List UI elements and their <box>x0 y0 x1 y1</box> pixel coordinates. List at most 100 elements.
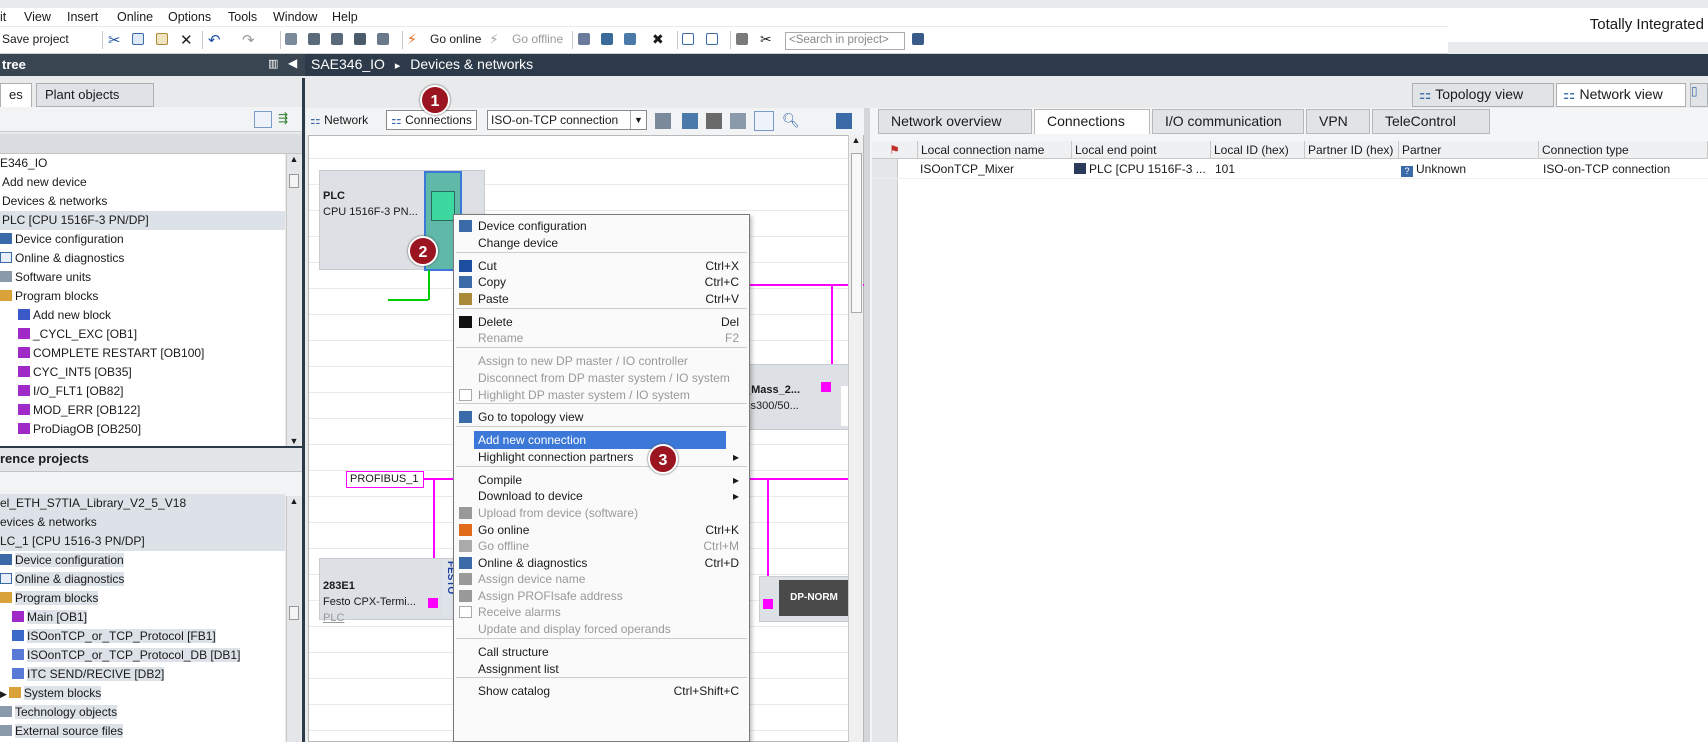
rename-icon[interactable] <box>655 113 671 129</box>
menu-item-assign-device-name[interactable]: Assign device name <box>454 570 749 588</box>
menu-item-go-to-topology-view[interactable]: Go to topology view <box>454 408 749 426</box>
menu-item-go-offline[interactable]: Go offline Ctrl+M <box>454 537 749 555</box>
header-local-connection-name[interactable]: Local connection name <box>918 141 1072 159</box>
ref-item-technology[interactable]: Technology objects <box>0 703 285 722</box>
delete-icon[interactable]: ✕ <box>180 31 198 49</box>
tree-item-ob100[interactable]: COMPLETE RESTART [OB100] <box>0 344 285 363</box>
go-online-button[interactable]: Go online <box>430 32 481 46</box>
menu-help[interactable]: Help <box>332 10 358 24</box>
menu-item-add-new-connection[interactable]: Add new connection <box>474 431 726 449</box>
split-horizontal-icon[interactable] <box>682 31 700 49</box>
menu-item-highlight-dp-master-system-io-system[interactable]: Highlight DP master system / IO system <box>454 386 749 404</box>
menu-item-download-to-device[interactable]: Download to device ▸ <box>454 487 749 505</box>
go-offline-icon[interactable]: ⚡ <box>489 31 507 49</box>
menu-item-assign-to-new-dp-master-io-controller[interactable]: Assign to new DP master / IO controller <box>454 352 749 370</box>
upload-icon[interactable] <box>331 31 349 49</box>
ref-item-external-src[interactable]: External source files <box>0 722 285 741</box>
ref-item-devices-networks[interactable]: evices & networks <box>0 513 285 532</box>
menu-item-device-configuration[interactable]: Device configuration <box>454 217 749 235</box>
tree-item-devices-networks[interactable]: Devices & networks <box>0 192 285 211</box>
menu-item-assignment-list[interactable]: Assignment list <box>454 660 749 678</box>
header-partner-id[interactable]: Partner ID (hex) <box>1305 141 1399 159</box>
compile-icon[interactable] <box>285 31 303 49</box>
connection-type-select[interactable]: ISO-on-TCP connection ▼ <box>487 110 647 130</box>
restore-icon[interactable]: ✂ <box>760 31 778 49</box>
tree-item-ob250[interactable]: ProDiagOB [OB250] <box>0 420 285 439</box>
mass-device[interactable] <box>743 364 851 430</box>
ref-item-library[interactable]: el_ETH_S7TIA_Library_V2_5_V18 <box>0 494 285 513</box>
tab-topology-view[interactable]: ⚏ Topology view <box>1412 83 1554 107</box>
tree-item-add-device[interactable]: Add new device <box>0 173 285 192</box>
tree-scrollbar[interactable]: ▲ ▼ <box>286 154 301 446</box>
tree-item-ob82[interactable]: I/O_FLT1 [OB82] <box>0 382 285 401</box>
tree-item-plc[interactable]: PLC [CPU 1516F-3 PN/DP] <box>0 211 285 230</box>
details-view-icon[interactable] <box>254 111 272 128</box>
tab-devices[interactable]: es <box>0 83 32 107</box>
menu-tools[interactable]: Tools <box>228 10 257 24</box>
copy-icon[interactable] <box>132 31 150 49</box>
paste-icon[interactable] <box>156 31 174 49</box>
split-vertical-icon[interactable] <box>706 31 724 49</box>
tab-plant-objects[interactable]: Plant objects <box>36 83 154 107</box>
tree-item-online-diag[interactable]: Online & diagnostics <box>0 249 285 268</box>
header-local-end-point[interactable]: Local end point <box>1072 141 1211 159</box>
menu-item-call-structure[interactable]: Call structure <box>454 643 749 661</box>
simulation-icon[interactable] <box>354 31 372 49</box>
save-project-button[interactable]: Save project <box>2 32 69 46</box>
menu-item-show-catalog[interactable]: Show catalog Ctrl+Shift+C <box>454 682 749 700</box>
ref-item-db2[interactable]: ITC SEND/RECIVE [DB2] <box>0 665 285 684</box>
print-icon[interactable] <box>706 113 722 129</box>
tree-item-ob122[interactable]: MOD_ERR [OB122] <box>0 401 285 420</box>
profibus-label[interactable]: PROFIBUS_1 <box>346 471 424 488</box>
menu-item-change-device[interactable]: Change device <box>454 234 749 252</box>
menu-item-highlight-connection-partners[interactable]: Highlight connection partners ▸ <box>454 448 749 466</box>
ref-item-plc1[interactable]: LC_1 [CPU 1516-3 PN/DP] <box>0 532 285 551</box>
monitor-icon[interactable] <box>601 31 619 49</box>
accessible-devices-icon[interactable] <box>578 31 596 49</box>
tab-device-view[interactable]: ▯ <box>1690 83 1708 107</box>
ref-item-program-blocks[interactable]: Program blocks <box>0 589 285 608</box>
tab-io-communication[interactable]: I/O communication <box>1152 109 1304 134</box>
table-row[interactable]: ISOonTCP_Mixer PLC [CPU 1516F-3 ... 101 … <box>872 160 1708 179</box>
ref-item-fb1[interactable]: ISOonTCP_or_TCP_Protocol [FB1] <box>0 627 285 646</box>
tab-network-view[interactable]: ⚏ Network view <box>1556 83 1686 107</box>
tab-connections[interactable]: Connections <box>1034 109 1150 134</box>
header-local-id[interactable]: Local ID (hex) <box>1211 141 1305 159</box>
vertical-splitter[interactable] <box>302 78 305 742</box>
menu-item-copy[interactable]: Copy Ctrl+C <box>454 273 749 291</box>
menu-item-receive-alarms[interactable]: Receive alarms <box>454 603 749 621</box>
menu-view[interactable]: View <box>24 10 51 24</box>
menu-window[interactable]: Window <box>273 10 317 24</box>
tab-vpn[interactable]: VPN <box>1306 109 1370 134</box>
festo-device-master[interactable]: PLC <box>323 612 344 624</box>
go-online-icon[interactable]: ⚡ <box>407 31 425 49</box>
tree-item-project[interactable]: E346_IO <box>0 154 285 173</box>
table-icon[interactable] <box>754 111 774 131</box>
breadcrumb-page[interactable]: Devices & networks <box>410 56 533 72</box>
panel-toggle-icon[interactable] <box>836 113 852 129</box>
redo-icon[interactable]: ↷ <box>242 31 260 49</box>
collapse-icon[interactable]: ◀ <box>288 56 297 70</box>
tab-telecontrol[interactable]: TeleControl <box>1372 109 1490 134</box>
tree-options-icon[interactable]: ⇶ <box>278 111 296 128</box>
download-icon[interactable] <box>308 31 326 49</box>
menu-item-disconnect-from-dp-master-system-io-system[interactable]: Disconnect from DP master system / IO sy… <box>454 369 749 387</box>
breadcrumb-project[interactable]: SAE346_IO <box>311 56 385 72</box>
canvas-scrollbar[interactable]: ▲ <box>848 135 863 742</box>
ref-item-system-blocks[interactable]: ▶ System blocks <box>0 684 285 703</box>
expand-icon[interactable]: ▶ <box>0 689 7 699</box>
tree-item-ob1[interactable]: _CYCL_EXC [OB1] <box>0 325 285 344</box>
go-offline-button[interactable]: Go offline <box>512 32 563 46</box>
network-mode-button[interactable]: ⚏ Network <box>310 113 368 127</box>
tree-item-software-units[interactable]: Software units <box>0 268 285 287</box>
menu-item-update-and-display-forced-operands[interactable]: Update and display forced operands <box>454 620 749 638</box>
search-go-icon[interactable] <box>912 31 930 49</box>
tree-item-device-config[interactable]: Device configuration <box>0 230 285 249</box>
chevron-down-icon[interactable]: ▼ <box>630 111 646 129</box>
ref-item-device-config[interactable]: Device configuration <box>0 551 285 570</box>
zoom-icon[interactable]: 🔍︎ <box>782 112 800 129</box>
header-connection-type[interactable]: Connection type <box>1539 141 1708 159</box>
tab-network-overview[interactable]: Network overview <box>878 109 1032 134</box>
menu-edit[interactable]: it <box>0 10 6 24</box>
header-partner[interactable]: Partner <box>1399 141 1539 159</box>
